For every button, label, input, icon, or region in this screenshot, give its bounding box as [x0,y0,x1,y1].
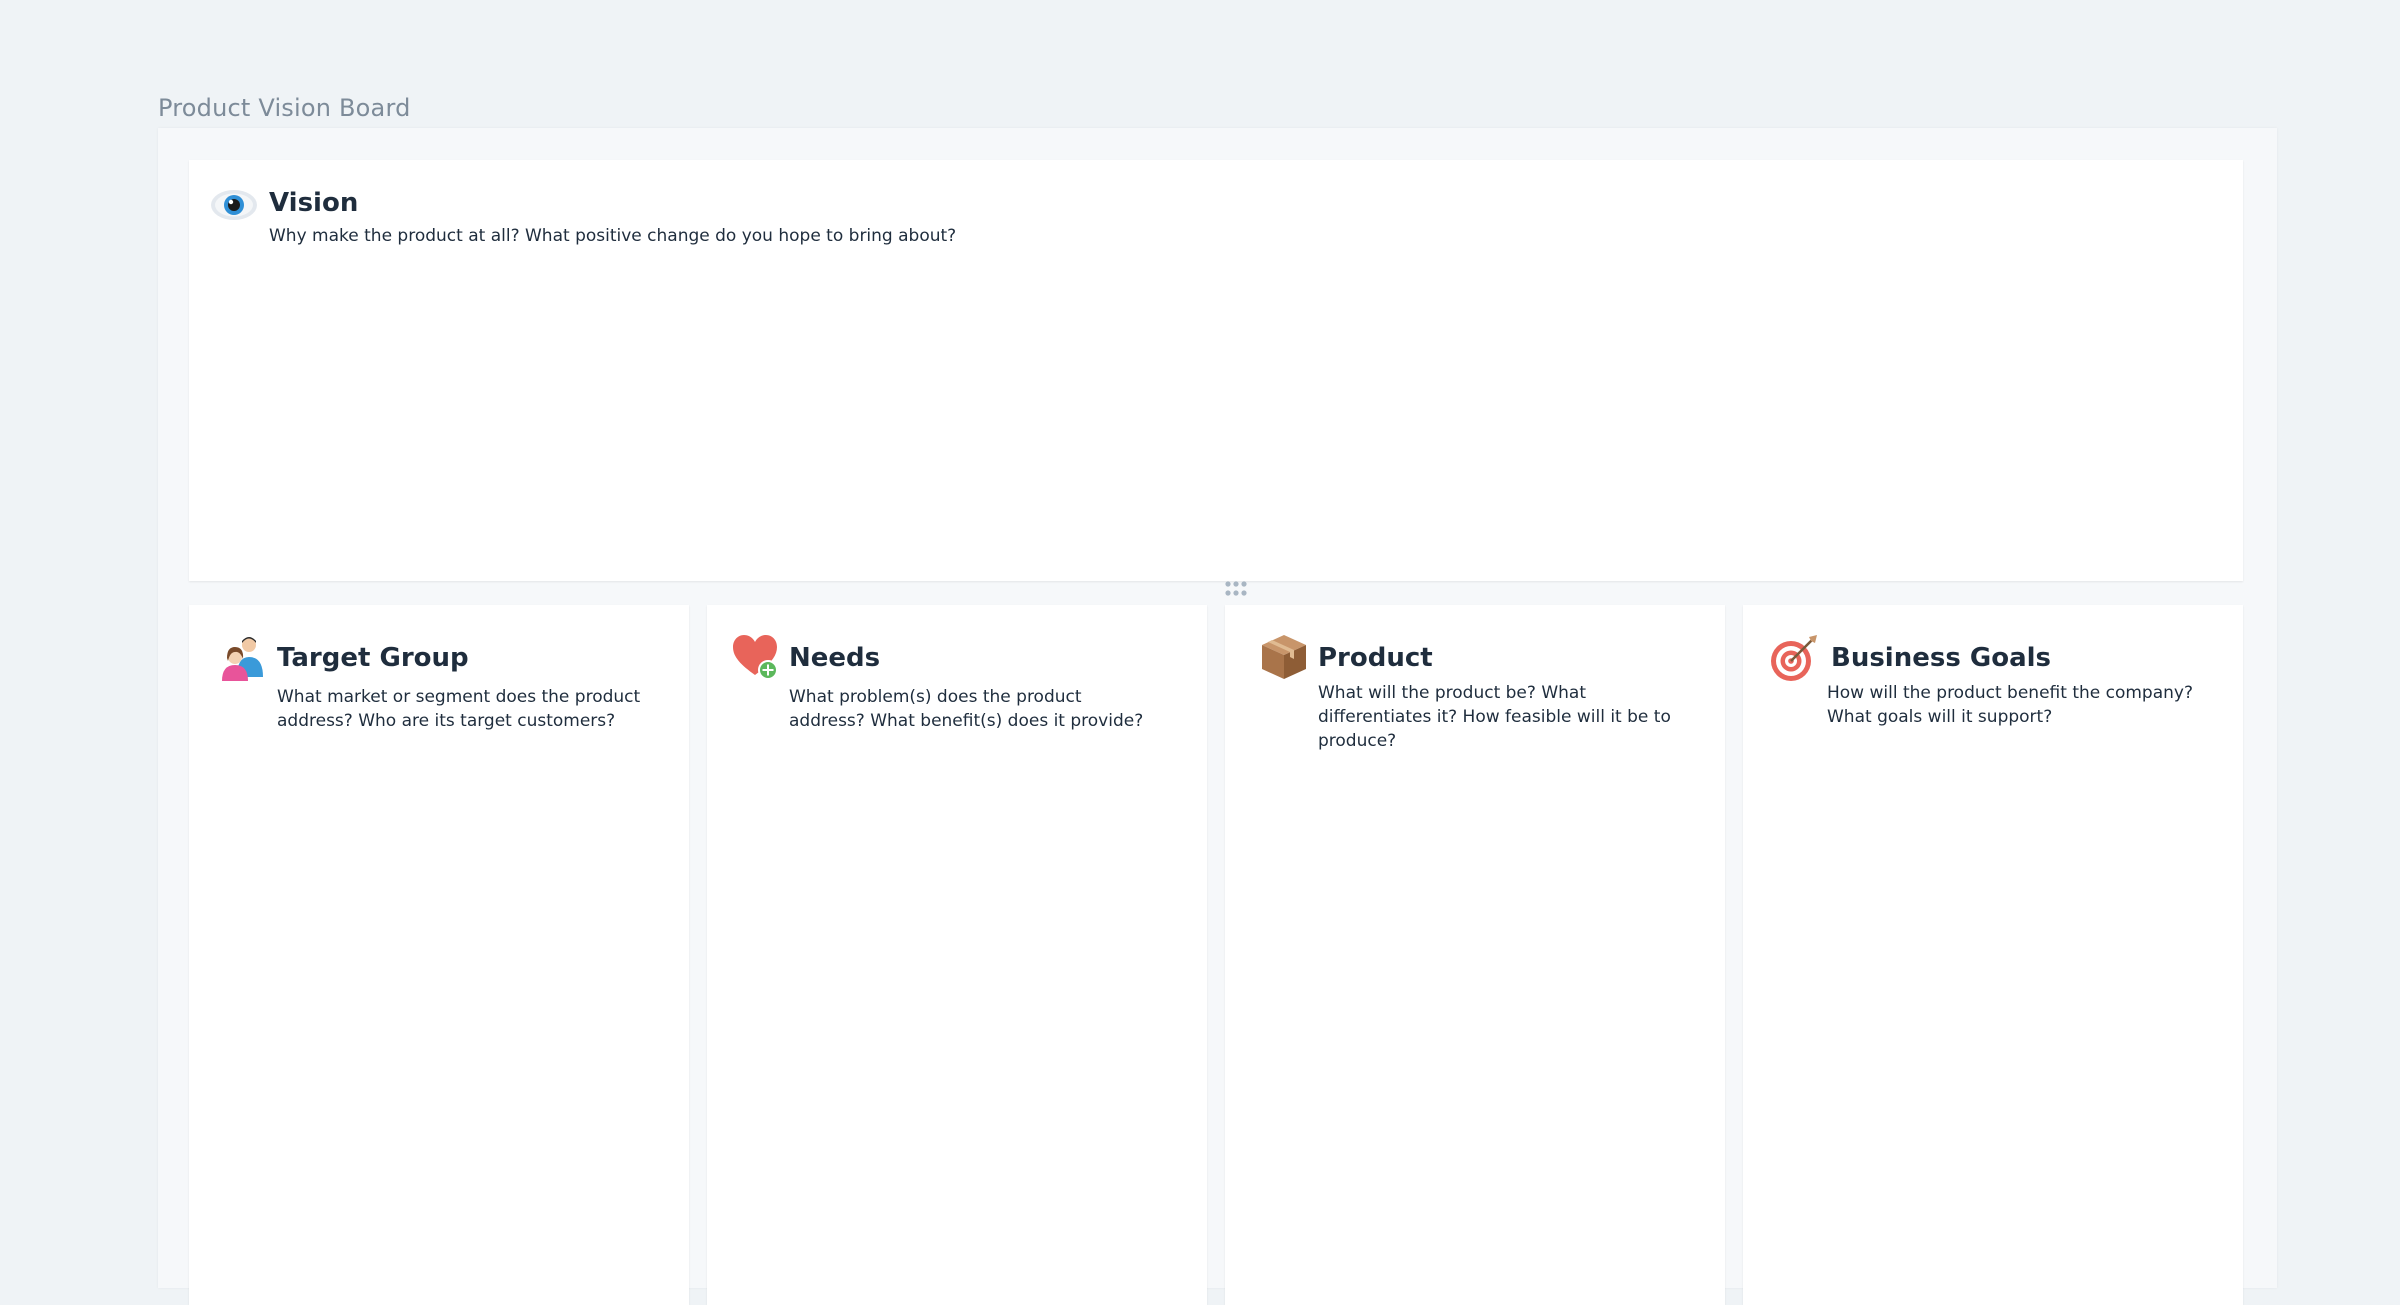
board-title: Product Vision Board [158,94,411,122]
product-description: What will the product be? What different… [1318,683,1671,751]
needs-description: What problem(s) does the product address… [789,687,1144,731]
drag-handle-icon[interactable] [1225,581,1251,597]
needs-heading: Needs [789,643,881,673]
target-icon [1771,635,1817,681]
needs-card[interactable]: Needs What problem(s) does the product a… [707,605,1207,1305]
vision-description: Why make the product at all? What positi… [269,226,957,246]
heart-plus-icon [733,635,778,680]
target-group-description: What market or segment does the product … [277,687,641,731]
business-goals-description: How will the product benefit the company… [1827,683,2193,727]
eye-icon [211,190,257,220]
business-goals-heading: Business Goals [1831,643,2051,673]
vision-heading: Vision [269,188,359,218]
vision-card[interactable]: Vision Why make the product at all? What… [189,160,2243,581]
box-icon [1262,635,1306,679]
target-group-heading: Target Group [277,643,469,673]
business-goals-card[interactable]: Business Goals How will the product bene… [1743,605,2243,1305]
product-card[interactable]: Product What will the product be? What d… [1225,605,1725,1305]
target-group-card[interactable]: Target Group What market or segment does… [189,605,689,1305]
product-heading: Product [1318,643,1433,673]
people-icon [222,637,263,681]
